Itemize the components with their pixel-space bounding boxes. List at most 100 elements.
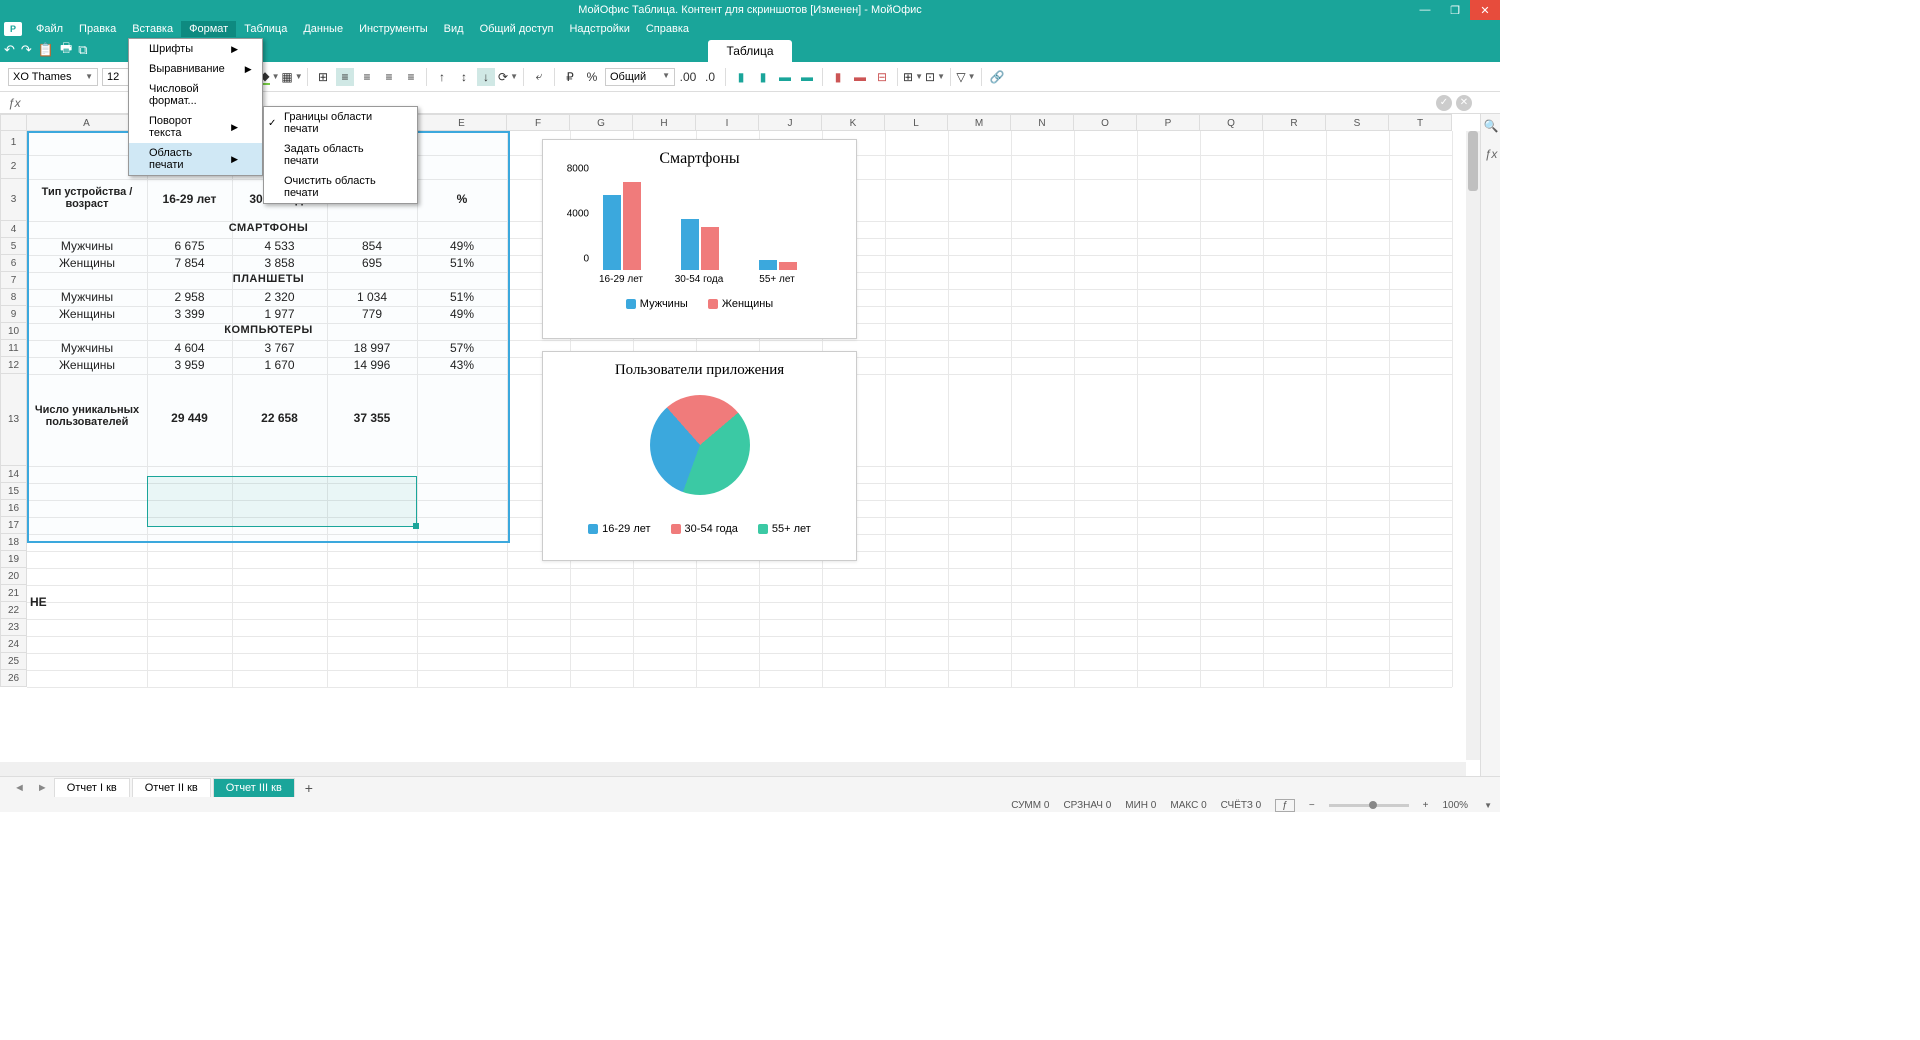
align-left-button[interactable]: ≡ bbox=[336, 68, 354, 86]
currency-button[interactable]: ₽ bbox=[561, 68, 579, 86]
cell[interactable]: 695 bbox=[327, 256, 417, 270]
cell[interactable]: 49% bbox=[417, 307, 507, 321]
cell[interactable]: 3 959 bbox=[147, 358, 232, 372]
col-hdr-R[interactable]: R bbox=[1263, 114, 1326, 131]
horizontal-scrollbar[interactable] bbox=[0, 762, 1466, 776]
menu-Инструменты[interactable]: Инструменты bbox=[351, 21, 436, 37]
delete-col-button[interactable]: ▮ bbox=[829, 68, 847, 86]
row-hdr-23[interactable]: 23 bbox=[0, 619, 27, 636]
bar-chart[interactable]: Смартфоны 04000800016-29 лет30-54 года55… bbox=[542, 139, 857, 339]
rotate-text-button[interactable]: ⟳▼ bbox=[499, 68, 517, 86]
col-hdr-T[interactable]: T bbox=[1389, 114, 1452, 131]
row-hdr-12[interactable]: 12 bbox=[0, 357, 27, 374]
cell[interactable]: Женщины bbox=[27, 358, 147, 372]
row-hdr-2[interactable]: 2 bbox=[0, 155, 27, 179]
cell[interactable]: 7 854 bbox=[147, 256, 232, 270]
menu-Надстройки[interactable]: Надстройки bbox=[561, 21, 637, 37]
paste-icon[interactable]: 📋 bbox=[38, 42, 54, 58]
row-hdr-19[interactable]: 19 bbox=[0, 551, 27, 568]
print-icon[interactable]: 🖶 bbox=[60, 39, 72, 61]
insert-col-right-button[interactable]: ▮ bbox=[754, 68, 772, 86]
fmt-item[interactable]: Числовой формат... bbox=[129, 79, 262, 111]
cell[interactable]: 51% bbox=[417, 256, 507, 270]
cell[interactable]: 18 997 bbox=[327, 341, 417, 355]
merge-button[interactable]: ⊞ bbox=[314, 68, 332, 86]
col-hdr-P[interactable]: P bbox=[1137, 114, 1200, 131]
zoom-slider[interactable] bbox=[1329, 804, 1409, 807]
row-hdr-3[interactable]: 3 bbox=[0, 179, 27, 221]
document-tab[interactable]: Таблица bbox=[708, 40, 791, 62]
row-hdr-7[interactable]: 7 bbox=[0, 272, 27, 289]
cell[interactable]: 6 675 bbox=[147, 239, 232, 253]
cell[interactable]: 49% bbox=[417, 239, 507, 253]
sheet-prev-button[interactable]: ◄ bbox=[8, 782, 31, 794]
row-hdr-4[interactable]: 4 bbox=[0, 221, 27, 238]
row-hdr-8[interactable]: 8 bbox=[0, 289, 27, 306]
cell[interactable]: 779 bbox=[327, 307, 417, 321]
col-hdr-M[interactable]: M bbox=[948, 114, 1011, 131]
menu-Формат[interactable]: Формат bbox=[181, 21, 236, 37]
cell[interactable]: 1 670 bbox=[232, 358, 327, 372]
cell[interactable]: Женщины bbox=[27, 307, 147, 321]
row-hdr-9[interactable]: 9 bbox=[0, 306, 27, 323]
row-hdr-25[interactable]: 25 bbox=[0, 653, 27, 670]
align-right-button[interactable]: ≡ bbox=[380, 68, 398, 86]
pie-chart[interactable]: Пользователи приложения 16-29 лет 30-54 … bbox=[542, 351, 857, 561]
row-hdr-13[interactable]: 13 bbox=[0, 374, 27, 466]
maximize-button[interactable]: ❐ bbox=[1440, 0, 1470, 20]
cell[interactable]: 57% bbox=[417, 341, 507, 355]
col-hdr-O[interactable]: O bbox=[1074, 114, 1137, 131]
cell[interactable]: 854 bbox=[327, 239, 417, 253]
search-icon[interactable]: 🔍 bbox=[1481, 114, 1501, 138]
row-hdr-26[interactable]: 26 bbox=[0, 670, 27, 687]
col-hdr-I[interactable]: I bbox=[696, 114, 759, 131]
col-hdr-F[interactable]: F bbox=[507, 114, 570, 131]
minimize-button[interactable]: — bbox=[1410, 0, 1440, 20]
percent-button[interactable]: % bbox=[583, 68, 601, 86]
fmt-item[interactable]: Выравнивание▶ bbox=[129, 59, 262, 79]
fmt-item[interactable]: Поворот текста▶ bbox=[129, 111, 262, 143]
fmt-item[interactable]: Область печати▶ bbox=[129, 143, 262, 175]
cell[interactable]: 1 977 bbox=[232, 307, 327, 321]
menu-Вид[interactable]: Вид bbox=[436, 21, 472, 37]
add-sheet-button[interactable]: + bbox=[297, 777, 321, 799]
undo-icon[interactable]: ↶ bbox=[4, 42, 15, 58]
select-all-corner[interactable] bbox=[0, 114, 27, 131]
col-hdr-Q[interactable]: Q bbox=[1200, 114, 1263, 131]
sheet-tab[interactable]: Отчет III кв bbox=[213, 778, 295, 797]
row-hdr-20[interactable]: 20 bbox=[0, 568, 27, 585]
valign-top-button[interactable]: ↑ bbox=[433, 68, 451, 86]
row-hdr-18[interactable]: 18 bbox=[0, 534, 27, 551]
redo-icon[interactable]: ↷ bbox=[21, 42, 32, 58]
zoom-out-button[interactable]: − bbox=[1309, 800, 1315, 811]
cell[interactable]: 2 320 bbox=[232, 290, 327, 304]
col-hdr-H[interactable]: H bbox=[633, 114, 696, 131]
col-hdr-K[interactable]: K bbox=[822, 114, 885, 131]
fill-color-button[interactable]: ◆▼ bbox=[261, 68, 279, 86]
cell[interactable]: Мужчины bbox=[27, 239, 147, 253]
delete-cells-button[interactable]: ⊟ bbox=[873, 68, 891, 86]
dec-dec-button[interactable]: .0 bbox=[701, 68, 719, 86]
cell[interactable]: 3 399 bbox=[147, 307, 232, 321]
link-button[interactable]: 🔗 bbox=[988, 68, 1006, 86]
row-hdr-10[interactable]: 10 bbox=[0, 323, 27, 340]
printarea-item[interactable]: ✓Границы области печати bbox=[264, 107, 417, 139]
dec-inc-button[interactable]: .00 bbox=[679, 68, 697, 86]
row-hdr-15[interactable]: 15 bbox=[0, 483, 27, 500]
valign-bot-button[interactable]: ↓ bbox=[477, 68, 495, 86]
vertical-scrollbar[interactable] bbox=[1466, 131, 1480, 760]
delete-row-button[interactable]: ▬ bbox=[851, 68, 869, 86]
sheet-tab[interactable]: Отчет II кв bbox=[132, 778, 211, 797]
menu-Таблица[interactable]: Таблица bbox=[236, 21, 295, 37]
row-hdr-5[interactable]: 5 bbox=[0, 238, 27, 255]
number-format-select[interactable]: Общий▼ bbox=[605, 68, 675, 86]
fx-cancel-button[interactable]: ✕ bbox=[1456, 95, 1472, 111]
row-hdr-16[interactable]: 16 bbox=[0, 500, 27, 517]
cell[interactable]: 3 767 bbox=[232, 341, 327, 355]
cell[interactable]: 4 604 bbox=[147, 341, 232, 355]
insert-row-below-button[interactable]: ▬ bbox=[798, 68, 816, 86]
wrap-button[interactable]: ⤶ bbox=[530, 68, 548, 86]
cell[interactable]: 14 996 bbox=[327, 358, 417, 372]
zoom-in-button[interactable]: + bbox=[1423, 800, 1429, 811]
cell[interactable]: Женщины bbox=[27, 256, 147, 270]
